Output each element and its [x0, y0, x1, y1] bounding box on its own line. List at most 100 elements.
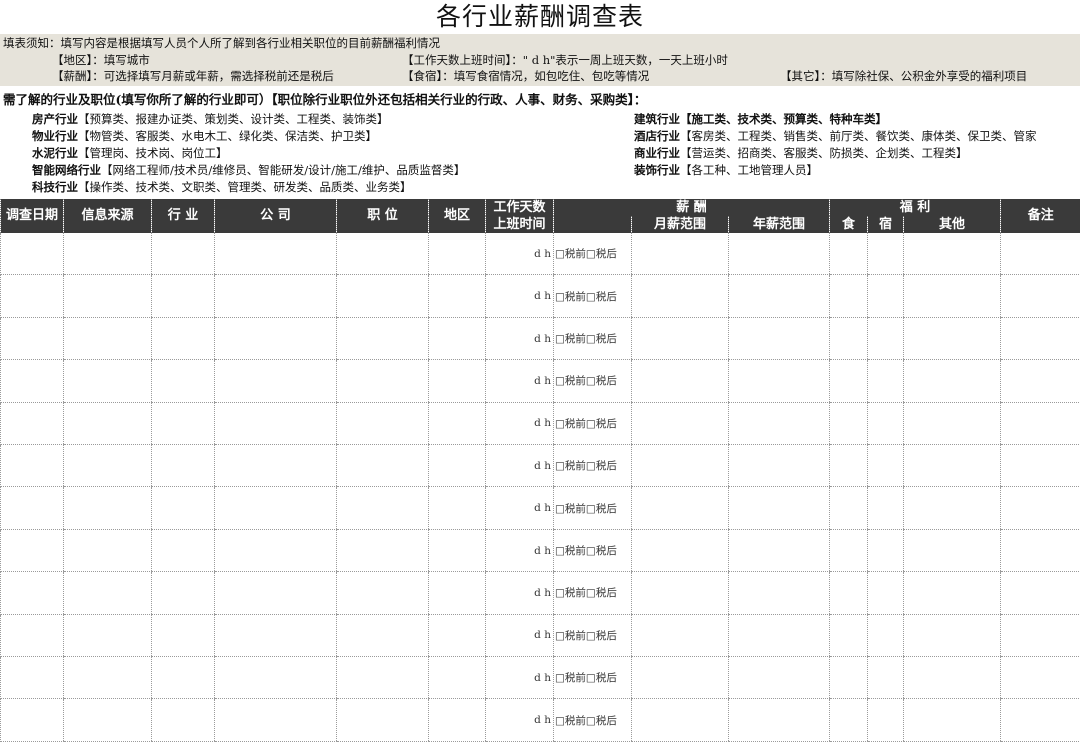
workdays-cell[interactable]: d h	[485, 698, 554, 742]
food-cell[interactable]	[829, 274, 868, 318]
company-cell[interactable]	[214, 571, 337, 615]
monthly-cell[interactable]	[631, 402, 729, 446]
remark-cell[interactable]	[1000, 656, 1080, 700]
food-cell[interactable]	[829, 444, 868, 488]
annual-cell[interactable]	[727, 529, 830, 573]
workdays-cell[interactable]: d h	[485, 402, 554, 446]
industry-cell[interactable]	[151, 571, 215, 615]
company-cell[interactable]	[214, 444, 337, 488]
remark-cell[interactable]	[1000, 571, 1080, 615]
company-cell[interactable]	[214, 698, 337, 742]
position-cell[interactable]	[336, 359, 429, 403]
position-cell[interactable]	[336, 529, 429, 573]
lodging-cell[interactable]	[867, 698, 904, 742]
position-cell[interactable]	[336, 317, 429, 361]
workdays-cell[interactable]: d h	[485, 444, 554, 488]
tax-choice-cell[interactable]: □税前□税后	[553, 614, 632, 658]
region-cell[interactable]	[428, 359, 486, 403]
workdays-cell[interactable]: d h	[485, 274, 554, 318]
region-cell[interactable]	[428, 233, 486, 276]
industry-cell[interactable]	[151, 402, 215, 446]
region-cell[interactable]	[428, 571, 486, 615]
annual-cell[interactable]	[727, 317, 830, 361]
remark-cell[interactable]	[1000, 529, 1080, 573]
tax-choice-cell[interactable]: □税前□税后	[553, 402, 632, 446]
tax-choice-cell[interactable]: □税前□税后	[553, 444, 632, 488]
date-cell[interactable]	[0, 571, 64, 615]
date-cell[interactable]	[0, 529, 64, 573]
annual-cell[interactable]	[727, 359, 830, 403]
source-cell[interactable]	[63, 571, 152, 615]
tax-choice-cell[interactable]: □税前□税后	[553, 359, 632, 403]
monthly-cell[interactable]	[631, 317, 729, 361]
source-cell[interactable]	[63, 317, 152, 361]
monthly-cell[interactable]	[631, 656, 729, 700]
tax-choice-cell[interactable]: □税前□税后	[553, 274, 632, 318]
lodging-cell[interactable]	[867, 614, 904, 658]
workdays-cell[interactable]: d h	[485, 233, 554, 276]
other-cell[interactable]	[903, 444, 1001, 488]
lodging-cell[interactable]	[867, 571, 904, 615]
tax-choice-cell[interactable]: □税前□税后	[553, 233, 632, 276]
region-cell[interactable]	[428, 698, 486, 742]
annual-cell[interactable]	[727, 614, 830, 658]
date-cell[interactable]	[0, 486, 64, 530]
monthly-cell[interactable]	[631, 359, 729, 403]
lodging-cell[interactable]	[867, 444, 904, 488]
industry-cell[interactable]	[151, 614, 215, 658]
region-cell[interactable]	[428, 656, 486, 700]
position-cell[interactable]	[336, 614, 429, 658]
date-cell[interactable]	[0, 317, 64, 361]
company-cell[interactable]	[214, 529, 337, 573]
tax-choice-cell[interactable]: □税前□税后	[553, 571, 632, 615]
industry-cell[interactable]	[151, 444, 215, 488]
remark-cell[interactable]	[1000, 698, 1080, 742]
source-cell[interactable]	[63, 359, 152, 403]
monthly-cell[interactable]	[631, 444, 729, 488]
monthly-cell[interactable]	[631, 571, 729, 615]
source-cell[interactable]	[63, 402, 152, 446]
other-cell[interactable]	[903, 486, 1001, 530]
position-cell[interactable]	[336, 698, 429, 742]
workdays-cell[interactable]: d h	[485, 486, 554, 530]
annual-cell[interactable]	[727, 444, 830, 488]
date-cell[interactable]	[0, 444, 64, 488]
company-cell[interactable]	[214, 614, 337, 658]
source-cell[interactable]	[63, 444, 152, 488]
workdays-cell[interactable]: d h	[485, 571, 554, 615]
source-cell[interactable]	[63, 529, 152, 573]
lodging-cell[interactable]	[867, 359, 904, 403]
annual-cell[interactable]	[727, 698, 830, 742]
company-cell[interactable]	[214, 317, 337, 361]
other-cell[interactable]	[903, 614, 1001, 658]
annual-cell[interactable]	[727, 486, 830, 530]
lodging-cell[interactable]	[867, 233, 904, 276]
industry-cell[interactable]	[151, 233, 215, 276]
source-cell[interactable]	[63, 698, 152, 742]
food-cell[interactable]	[829, 698, 868, 742]
industry-cell[interactable]	[151, 359, 215, 403]
lodging-cell[interactable]	[867, 529, 904, 573]
remark-cell[interactable]	[1000, 233, 1080, 276]
food-cell[interactable]	[829, 571, 868, 615]
food-cell[interactable]	[829, 614, 868, 658]
industry-cell[interactable]	[151, 656, 215, 700]
food-cell[interactable]	[829, 486, 868, 530]
workdays-cell[interactable]: d h	[485, 614, 554, 658]
company-cell[interactable]	[214, 274, 337, 318]
food-cell[interactable]	[829, 233, 868, 276]
tax-choice-cell[interactable]: □税前□税后	[553, 486, 632, 530]
lodging-cell[interactable]	[867, 274, 904, 318]
workdays-cell[interactable]: d h	[485, 359, 554, 403]
other-cell[interactable]	[903, 698, 1001, 742]
other-cell[interactable]	[903, 317, 1001, 361]
date-cell[interactable]	[0, 359, 64, 403]
company-cell[interactable]	[214, 233, 337, 276]
annual-cell[interactable]	[727, 402, 830, 446]
date-cell[interactable]	[0, 274, 64, 318]
other-cell[interactable]	[903, 656, 1001, 700]
annual-cell[interactable]	[727, 656, 830, 700]
monthly-cell[interactable]	[631, 614, 729, 658]
workdays-cell[interactable]: d h	[485, 317, 554, 361]
position-cell[interactable]	[336, 402, 429, 446]
